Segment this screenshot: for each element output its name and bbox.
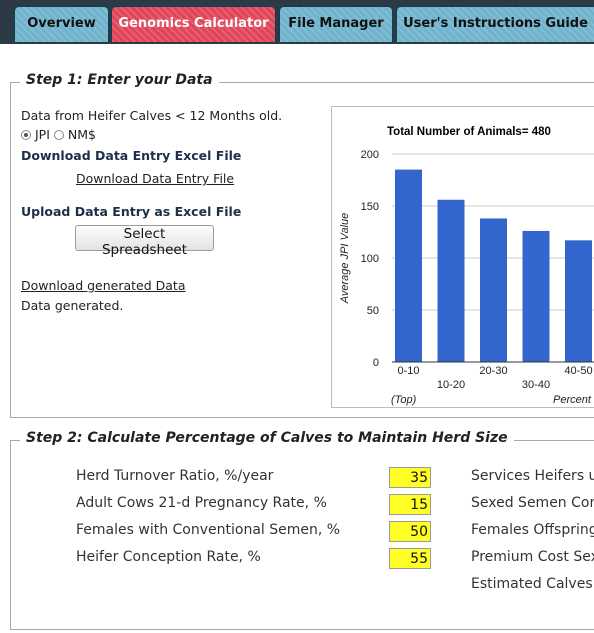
tab-file-manager[interactable]: File Manager: [279, 6, 393, 42]
females-offspring-label: Females Offspring: [471, 522, 594, 538]
select-spreadsheet-button[interactable]: Select Spreadsheet: [75, 225, 214, 258]
chart-xlabel-top: (Top): [391, 394, 417, 406]
y-tick-label: 200: [361, 149, 379, 161]
radio-nm[interactable]: [53, 130, 64, 140]
pregnancy-rate-input[interactable]: [389, 494, 431, 515]
premium-cost-label: Premium Cost Sex: [471, 549, 594, 565]
y-tick-label: 50: [367, 305, 379, 317]
download-heading: Download Data Entry Excel File: [21, 148, 242, 163]
download-generated-link[interactable]: Download generated Data: [21, 278, 186, 293]
heifer-conception-input[interactable]: [389, 548, 431, 569]
tab-genomics-calculator[interactable]: Genomics Calculator: [111, 6, 276, 42]
data-source-text: Data from Heifer Calves < 12 Months old.: [21, 108, 283, 123]
y-tick-label: 0: [373, 357, 379, 369]
chart-xlabel: Percent: [553, 394, 592, 406]
herd-turnover-label: Herd Turnover Ratio, %/year: [76, 468, 274, 484]
chart-container: Total Number of Animals= 480 Average JPI…: [331, 106, 594, 408]
y-tick-label: 100: [361, 253, 379, 265]
step1-legend: Step 1: Enter your Data: [20, 72, 219, 88]
tab-overview[interactable]: Overview: [14, 6, 109, 42]
tab-bar: Overview Genomics Calculator File Manage…: [0, 0, 594, 44]
radio-jpi-label: JPI: [34, 127, 50, 142]
step2-legend: Step 2: Calculate Percentage of Calves t…: [20, 430, 514, 446]
radio-nm-label: NM$: [67, 127, 96, 142]
bar-0-10: [395, 169, 422, 362]
tab-users-instructions-guide[interactable]: User's Instructions Guide: [396, 6, 594, 42]
x-tick-label: 10-20: [437, 379, 465, 391]
conventional-semen-label: Females with Conventional Semen, %: [76, 522, 341, 538]
x-tick-label: 20-30: [479, 365, 507, 377]
services-heifers-label: Services Heifers u: [471, 468, 594, 484]
heifer-conception-label: Heifer Conception Rate, %: [76, 549, 261, 565]
chart-title: Total Number of Animals= 480: [387, 126, 551, 138]
y-tick-label: 150: [361, 201, 379, 213]
bar-10-20: [437, 199, 465, 362]
estimated-calves-label: Estimated Calves: [471, 576, 593, 592]
x-tick-label: 0-10: [397, 365, 419, 377]
herd-turnover-input[interactable]: [389, 467, 431, 488]
chart-ylabel: Average JPI Value: [339, 213, 351, 305]
conventional-semen-input[interactable]: [389, 521, 431, 542]
sexed-semen-label: Sexed Semen Con: [471, 495, 594, 511]
index-radio-group: JPI NM$: [21, 127, 96, 142]
x-tick-label: 40-50: [564, 365, 592, 377]
bar-30-40: [522, 230, 550, 362]
pregnancy-rate-label: Adult Cows 21-d Pregnancy Rate, %: [76, 495, 327, 511]
download-data-entry-link[interactable]: Download Data Entry File: [76, 171, 234, 186]
jpi-bar-chart: Total Number of Animals= 480 Average JPI…: [339, 126, 594, 406]
status-text: Data generated.: [21, 298, 124, 313]
x-tick-label: 30-40: [522, 379, 550, 391]
upload-heading: Upload Data Entry as Excel File: [21, 204, 242, 219]
bar-40-50: [565, 240, 592, 362]
bar-20-30: [480, 218, 507, 362]
radio-jpi[interactable]: [21, 130, 31, 140]
